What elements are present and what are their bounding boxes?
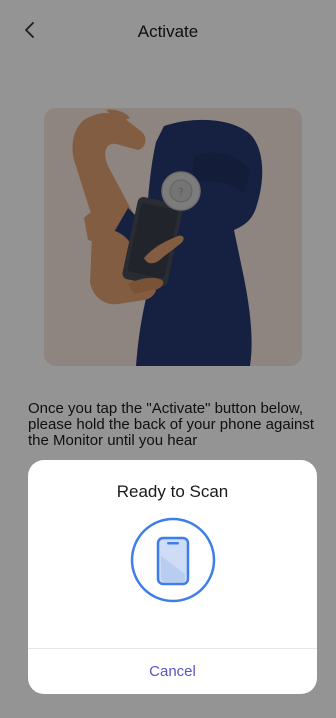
cancel-button[interactable]: Cancel bbox=[28, 649, 317, 694]
phone-scan-icon bbox=[129, 516, 217, 604]
ready-to-scan-sheet: Ready to Scan Cancel bbox=[28, 460, 317, 694]
sheet-title: Ready to Scan bbox=[116, 482, 229, 501]
